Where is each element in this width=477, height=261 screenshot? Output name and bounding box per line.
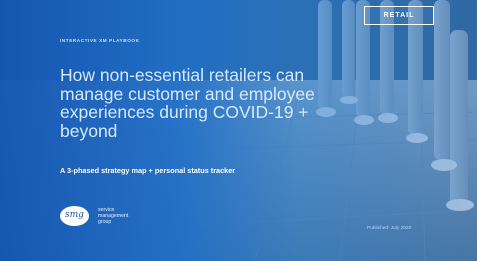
- published-date: Published: July 2020: [367, 226, 412, 231]
- cover-subtitle: A 3-phased strategy map + personal statu…: [60, 166, 236, 175]
- category-badge: RETAIL: [364, 6, 434, 25]
- eyebrow-label: INTERACTIVE XM PLAYBOOK: [60, 38, 140, 43]
- logo-wordmark: service management group: [98, 206, 129, 226]
- cover-title: How non-essential retailers can manage c…: [60, 65, 315, 141]
- smg-logo: smg service management group: [60, 203, 128, 229]
- playbook-cover: RETAIL INTERACTIVE XM PLAYBOOK How non-e…: [0, 0, 477, 261]
- smg-logo-icon: smg: [60, 206, 89, 226]
